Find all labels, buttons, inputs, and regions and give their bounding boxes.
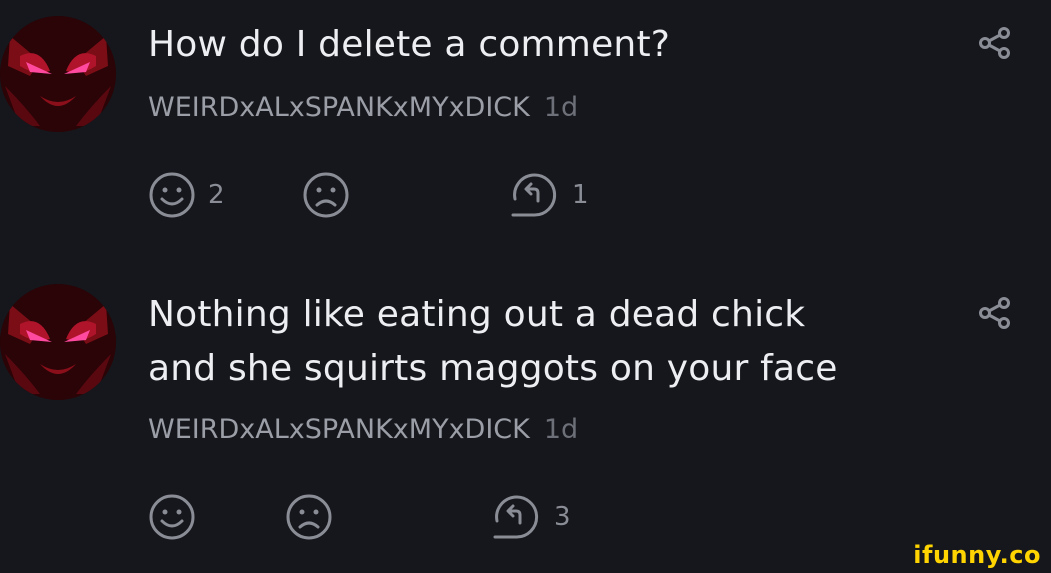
username[interactable]: WEIRDxALxSPANKxMYxDICK [148,92,530,123]
smile-button[interactable]: 2 [148,170,225,220]
avatar[interactable] [0,16,116,132]
share-icon[interactable] [978,296,1012,330]
reply-button[interactable]: 1 [510,170,589,220]
frown-icon [286,494,332,540]
timestamp: 1d [543,414,579,445]
reply-icon [511,173,557,217]
smile-icon [149,494,195,540]
demon-avatar-icon [0,284,116,400]
smile-button[interactable] [148,492,208,542]
avatar[interactable] [0,284,116,400]
frown-icon [303,172,349,218]
comment-meta: WEIRDxALxSPANKxMYxDICK 1d [148,414,578,445]
comment-meta: WEIRDxALxSPANKxMYxDICK 1d [148,92,578,123]
frown-button[interactable] [285,492,345,542]
reply-icon [493,495,539,539]
share-icon[interactable] [978,26,1012,60]
demon-avatar-icon [0,16,116,132]
smile-count: 2 [208,180,225,210]
reply-count: 3 [554,502,571,532]
username[interactable]: WEIRDxALxSPANKxMYxDICK [148,414,530,445]
reply-button[interactable]: 3 [492,492,571,542]
smile-icon [149,172,195,218]
reply-count: 1 [572,180,589,210]
frown-button[interactable] [302,170,362,220]
comment-text: Nothing like eating out a dead chick and… [148,294,838,389]
comment-text: How do I delete a comment? [148,24,671,65]
watermark-logo: ifunny.co [913,541,1041,569]
timestamp: 1d [543,92,579,123]
